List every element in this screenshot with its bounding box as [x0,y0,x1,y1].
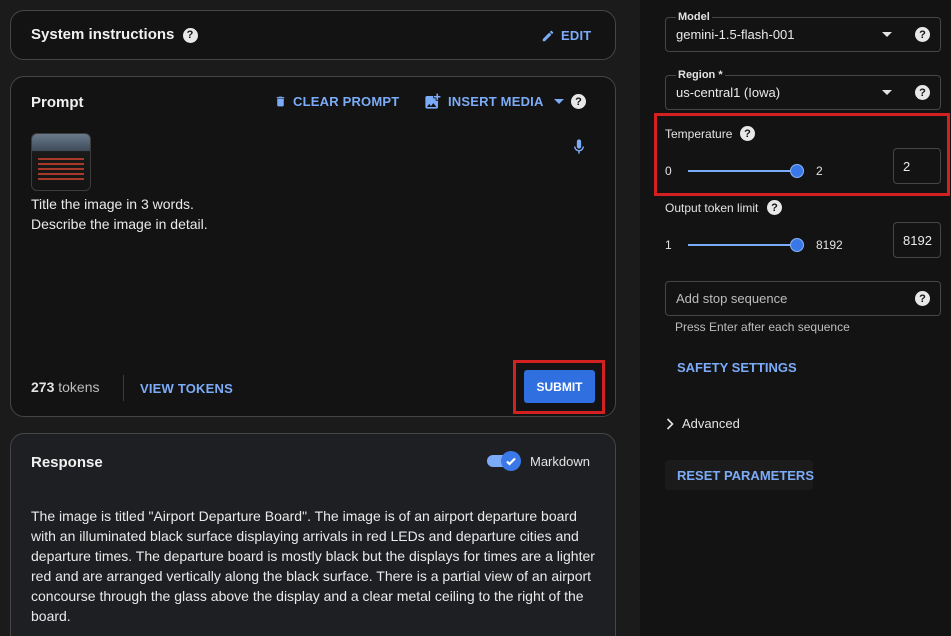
markdown-toggle[interactable] [487,451,523,471]
help-icon[interactable]: ? [915,27,930,42]
microphone-icon[interactable] [574,139,584,154]
model-select[interactable]: Model gemini-1.5-flash-001 ? [665,11,941,52]
output-token-slider-thumb[interactable] [790,238,804,252]
output-token-label: Output token limit [665,201,759,215]
response-title: Response [31,454,103,471]
temperature-input[interactable]: 2 [893,148,941,184]
safety-settings-button[interactable]: SAFETY SETTINGS [677,360,797,375]
clear-prompt-button[interactable]: CLEAR PROMPT [274,94,399,109]
help-icon[interactable]: ? [182,27,198,43]
stop-sequence-input[interactable]: Add stop sequence ? [665,281,941,316]
divider [123,375,124,401]
region-select[interactable]: Region * us-central1 (Iowa) ? [665,69,941,110]
temperature-slider-track[interactable] [688,170,798,172]
temperature-min: 0 [665,164,672,178]
help-icon[interactable]: ? [915,291,930,306]
temperature-max: 2 [816,164,823,178]
prompt-title: Prompt [31,94,84,111]
system-instructions-card: System instructions ? EDIT [10,10,616,60]
prompt-input[interactable]: Title the image in 3 words. Describe the… [31,194,208,234]
dropdown-arrow-icon [882,32,892,37]
temperature-label: Temperature [665,127,733,141]
pencil-icon [542,30,554,41]
main-panel: System instructions ? EDIT Prompt CLEAR … [0,0,640,636]
help-icon[interactable]: ? [740,126,755,141]
trash-icon [276,96,285,107]
token-count: 273 tokens [31,379,100,395]
reset-parameters-button[interactable]: RESET PARAMETERS [677,468,814,483]
settings-panel: Model gemini-1.5-flash-001 ? Region * us… [640,0,951,636]
submit-button[interactable]: SUBMIT [524,370,595,403]
stop-sequence-hint: Press Enter after each sequence [675,320,850,334]
chevron-down-icon [553,99,564,104]
edit-button[interactable]: EDIT [541,28,591,43]
help-icon[interactable]: ? [571,94,586,109]
output-token-slider-track[interactable] [688,244,798,246]
markdown-label: Markdown [530,454,590,469]
response-text: The image is titled "Airport Departure B… [31,508,595,624]
output-token-min: 1 [665,238,672,252]
insert-media-button[interactable]: INSERT MEDIA [423,92,564,111]
view-tokens-button[interactable]: VIEW TOKENS [140,381,233,396]
prompt-card: Prompt CLEAR PROMPT INSERT MEDIA ? Title… [10,76,616,417]
system-instructions-title: System instructions ? [31,26,198,43]
check-icon [501,451,521,471]
help-icon[interactable]: ? [767,200,782,215]
submit-highlight: SUBMIT [513,360,605,414]
advanced-toggle[interactable]: Advanced [666,416,740,431]
dropdown-arrow-icon [882,90,892,95]
help-icon[interactable]: ? [915,85,930,100]
temperature-slider-thumb[interactable] [790,164,804,178]
chevron-right-icon [666,417,674,430]
response-card: Response Markdown The image is titled "A… [10,433,616,636]
add-image-icon [425,93,441,109]
output-token-input[interactable]: 8192 [893,222,941,258]
attached-image-thumbnail[interactable] [31,133,91,191]
output-token-max: 8192 [816,238,843,252]
